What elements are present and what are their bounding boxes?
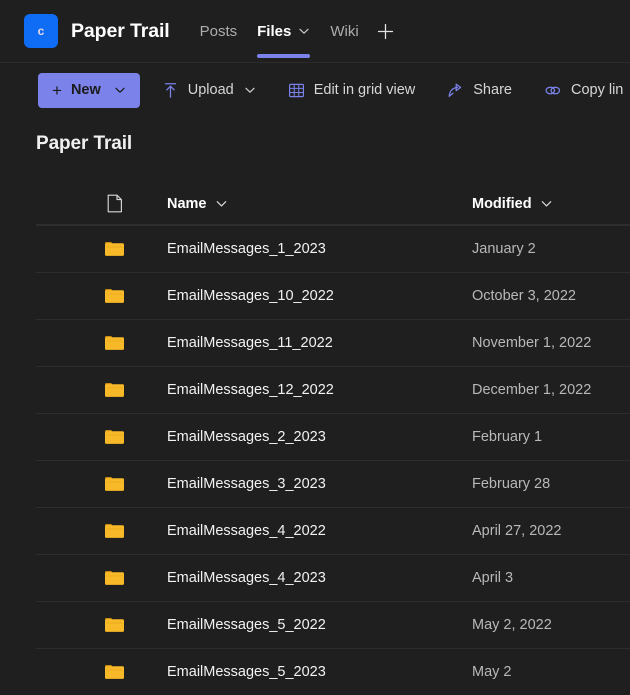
app-header: c Paper Trail Posts Files Wiki xyxy=(0,0,630,63)
row-name: EmailMessages_1_2023 xyxy=(167,241,326,257)
folder-icon xyxy=(104,428,125,446)
row-name: EmailMessages_5_2022 xyxy=(167,617,326,633)
table-row[interactable]: EmailMessages_3_2023 February 28 xyxy=(36,460,630,507)
new-button[interactable]: + New xyxy=(38,72,140,108)
row-icon-cell xyxy=(94,381,135,399)
tab-wiki[interactable]: Wiki xyxy=(320,0,368,63)
folder-icon xyxy=(104,287,125,305)
table-row[interactable]: EmailMessages_2_2023 February 1 xyxy=(36,413,630,460)
folder-icon xyxy=(104,616,125,634)
upload-button[interactable]: Upload xyxy=(152,73,266,108)
link-icon xyxy=(544,82,562,99)
row-icon-cell xyxy=(94,522,135,540)
column-header-icon[interactable] xyxy=(94,194,135,213)
row-modified: February 1 xyxy=(472,429,543,445)
tab-bar: Posts Files Wiki xyxy=(190,0,401,63)
row-modified: February 28 xyxy=(472,476,551,492)
row-icon-cell xyxy=(94,616,135,634)
tab-files-label: Files xyxy=(257,22,292,40)
table-row[interactable]: EmailMessages_12_2022 December 1, 2022 xyxy=(36,366,630,413)
grid-icon xyxy=(288,82,305,99)
site-logo-glyph: c xyxy=(37,24,45,38)
table-row[interactable]: EmailMessages_10_2022 October 3, 2022 xyxy=(36,272,630,319)
table-row[interactable]: EmailMessages_4_2022 April 27, 2022 xyxy=(36,507,630,554)
chevron-down-icon xyxy=(114,84,126,96)
folder-icon xyxy=(104,381,125,399)
row-name: EmailMessages_12_2022 xyxy=(167,382,334,398)
tab-posts[interactable]: Posts xyxy=(190,0,248,63)
site-title: Paper Trail xyxy=(71,19,170,42)
share-label: Share xyxy=(473,82,512,98)
folder-icon xyxy=(104,569,125,587)
table-row[interactable]: EmailMessages_11_2022 November 1, 2022 xyxy=(36,319,630,366)
upload-label: Upload xyxy=(187,82,234,98)
folder-icon xyxy=(104,663,125,681)
table-row[interactable]: EmailMessages_4_2023 April 3 xyxy=(36,554,630,601)
row-name: EmailMessages_3_2023 xyxy=(167,476,326,492)
row-name: EmailMessages_10_2022 xyxy=(167,288,334,304)
active-tab-underline xyxy=(257,53,311,58)
folder-icon xyxy=(104,240,125,258)
tab-posts-label: Posts xyxy=(199,22,238,40)
chevron-down-icon xyxy=(215,197,228,210)
tab-files[interactable]: Files xyxy=(247,0,320,63)
tab-wiki-label: Wiki xyxy=(330,22,359,40)
column-header-name-label: Name xyxy=(167,195,207,212)
edit-in-grid-view-label: Edit in grid view xyxy=(313,82,416,98)
row-modified: October 3, 2022 xyxy=(472,288,576,304)
upload-icon xyxy=(162,82,179,99)
copy-link-button[interactable]: Copy lin xyxy=(534,73,630,108)
column-header-modified[interactable]: Modified xyxy=(472,196,630,212)
row-name: EmailMessages_2_2023 xyxy=(167,429,326,445)
row-modified: April 27, 2022 xyxy=(472,523,562,539)
share-button[interactable]: Share xyxy=(437,73,522,108)
file-rows: EmailMessages_1_2023 January 2 EmailMess… xyxy=(36,225,630,695)
main-content: Paper Trail Name Modified EmailMessages_… xyxy=(0,133,630,695)
table-row[interactable]: EmailMessages_1_2023 January 2 xyxy=(36,225,630,272)
row-icon-cell xyxy=(94,663,135,681)
row-icon-cell xyxy=(94,428,135,446)
row-icon-cell xyxy=(94,240,135,258)
row-modified: November 1, 2022 xyxy=(472,335,592,351)
column-header-modified-label: Modified xyxy=(472,195,532,212)
site-logo[interactable]: c xyxy=(24,14,58,48)
row-name: EmailMessages_5_2023 xyxy=(167,664,326,680)
edit-in-grid-view-button[interactable]: Edit in grid view xyxy=(278,73,426,108)
row-modified: May 2 xyxy=(472,664,512,680)
row-icon-cell xyxy=(94,334,135,352)
folder-icon xyxy=(104,334,125,352)
row-name: EmailMessages_4_2022 xyxy=(167,523,326,539)
plus-icon xyxy=(378,23,394,39)
folder-icon xyxy=(104,522,125,540)
document-icon xyxy=(107,194,123,213)
add-tab-button[interactable] xyxy=(371,0,401,63)
row-icon-cell xyxy=(94,475,135,493)
plus-icon: + xyxy=(52,80,62,100)
chevron-down-icon xyxy=(244,84,256,96)
chevron-down-icon xyxy=(540,197,553,210)
row-name: EmailMessages_4_2023 xyxy=(167,570,326,586)
row-icon-cell xyxy=(94,569,135,587)
folder-icon xyxy=(104,475,125,493)
file-list: Name Modified EmailMessages_1_2023 Janua… xyxy=(36,183,630,695)
new-button-label: New xyxy=(70,82,101,98)
share-icon xyxy=(447,82,464,99)
row-modified: April 3 xyxy=(472,570,514,586)
row-modified: May 2, 2022 xyxy=(472,617,552,633)
file-list-header: Name Modified xyxy=(36,183,630,225)
copy-link-label: Copy lin xyxy=(570,82,624,98)
table-row[interactable]: EmailMessages_5_2022 May 2, 2022 xyxy=(36,601,630,648)
row-modified: January 2 xyxy=(472,241,536,257)
row-name: EmailMessages_11_2022 xyxy=(167,335,333,351)
page-title: Paper Trail xyxy=(36,133,133,154)
column-header-name[interactable]: Name xyxy=(135,196,472,212)
row-icon-cell xyxy=(94,287,135,305)
command-toolbar: + New Upload Edit in grid view Share Cop… xyxy=(0,63,630,117)
row-modified: December 1, 2022 xyxy=(472,382,592,398)
chevron-down-icon[interactable] xyxy=(298,25,310,37)
